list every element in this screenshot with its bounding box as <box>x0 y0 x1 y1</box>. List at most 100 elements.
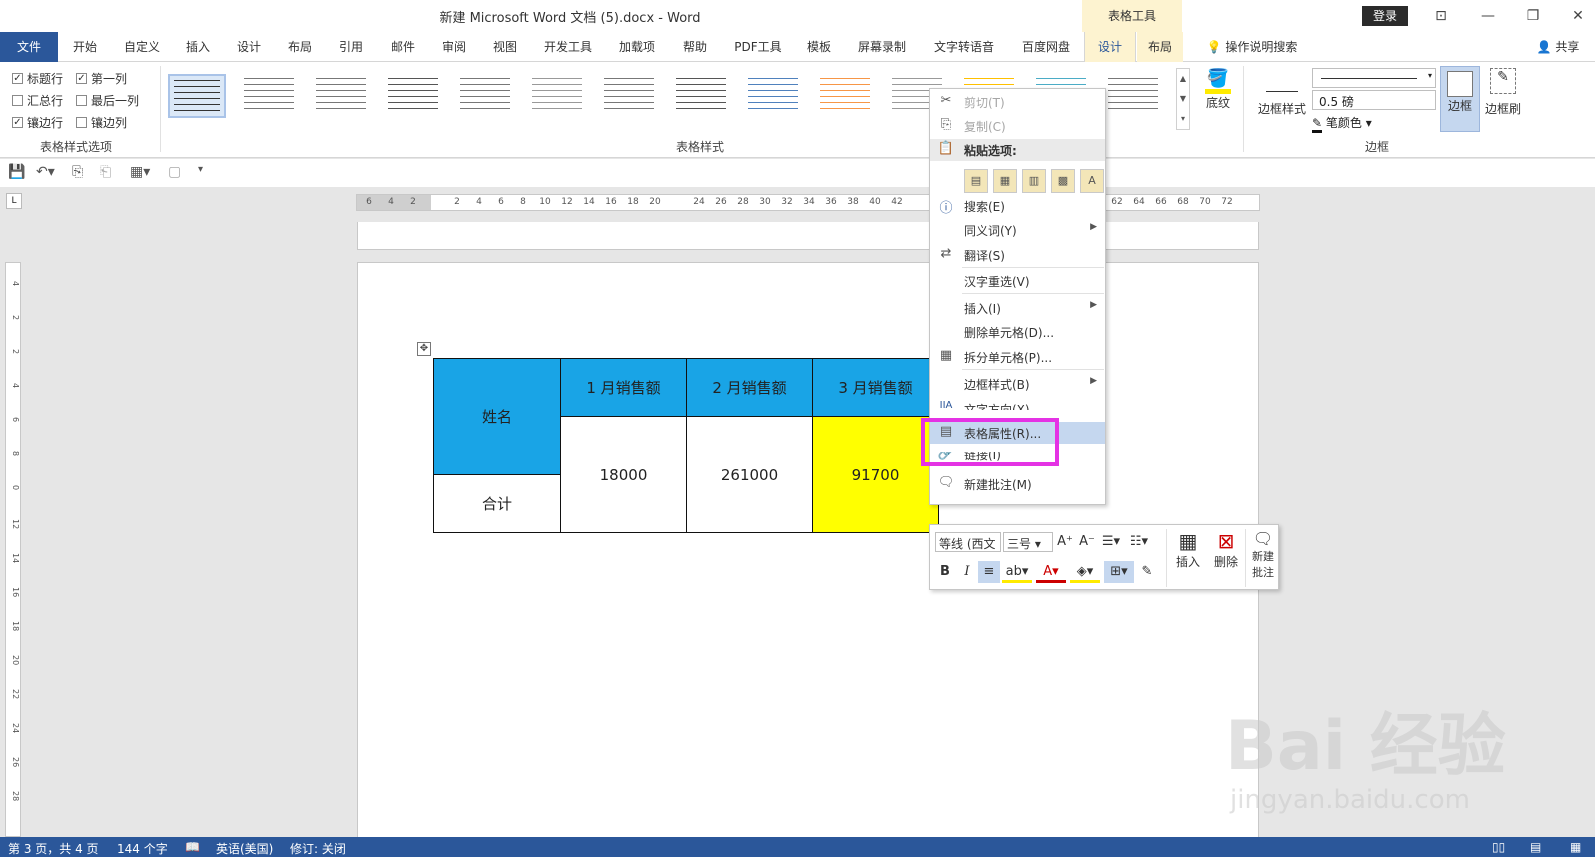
cell-value-3[interactable]: 91700 <box>812 416 939 533</box>
proofing-icon[interactable]: 📖 <box>185 840 200 854</box>
table-style-thumbnail[interactable] <box>1104 74 1162 118</box>
paste-text-only-icon[interactable]: A <box>1080 169 1104 193</box>
paste-merge-table-icon[interactable]: ▥ <box>1022 169 1046 193</box>
table-style-thumbnail[interactable] <box>168 74 226 118</box>
numbering-icon[interactable]: ☷▾ <box>1126 531 1152 553</box>
print-layout-icon[interactable]: ▤ <box>1530 840 1541 854</box>
tab-screen-record[interactable]: 屏幕录制 <box>850 32 914 62</box>
option-header-row[interactable]: ✓ 标题行 <box>12 70 63 87</box>
tab-help[interactable]: 帮助 <box>672 32 718 62</box>
center-align-icon[interactable]: ≡ <box>978 561 1000 583</box>
shading-icon[interactable]: ◈▾ <box>1070 561 1100 583</box>
cell-month-1-header[interactable]: 1 月销售额 <box>560 358 687 417</box>
status-page[interactable]: 第 3 页，共 4 页 <box>8 840 99 857</box>
option-first-column[interactable]: ✓ 第一列 <box>76 70 127 87</box>
table-style-thumbnail[interactable] <box>456 74 514 118</box>
tab-layout[interactable]: 布局 <box>277 32 323 62</box>
undo-icon[interactable]: ↶▾ <box>36 164 55 180</box>
login-button[interactable]: 登录 <box>1362 6 1408 26</box>
customize-qat-icon[interactable]: ▾ <box>198 164 203 175</box>
tab-view[interactable]: 视图 <box>482 32 528 62</box>
border-painter-button[interactable]: ✎ 边框刷 <box>1480 68 1526 117</box>
bold-icon[interactable]: B <box>934 561 956 583</box>
grow-font-icon[interactable]: A⁺ <box>1054 531 1076 553</box>
table-style-thumbnail[interactable] <box>528 74 586 118</box>
sales-table[interactable]: 姓名 1 月销售额 2 月销售额 3 月销售额 18000 261000 917… <box>433 358 939 533</box>
vertical-ruler[interactable]: 4 2 2 4 6 8 0 12 14 16 18 20 22 24 26 28 <box>5 262 21 837</box>
tab-mailings[interactable]: 邮件 <box>380 32 426 62</box>
menu-item-search[interactable]: ⓘ 搜索(E) <box>930 195 1105 217</box>
paste-overwrite-icon[interactable]: ▩ <box>1051 169 1075 193</box>
format-painter-icon[interactable]: ✎ <box>1136 561 1158 583</box>
tab-file[interactable]: 文件 <box>0 32 58 62</box>
menu-item-text-direction[interactable]: IIA 文字方向(X)... <box>930 398 1105 410</box>
font-select[interactable]: 等线 (西文 <box>935 532 1001 552</box>
menu-item-delete-cells[interactable]: 删除单元格(D)... <box>930 321 1105 343</box>
tab-table-design[interactable]: 设计 <box>1084 32 1136 62</box>
minimize-button[interactable]: — <box>1473 4 1503 28</box>
option-banded-rows[interactable]: ✓ 镶边行 <box>12 114 63 131</box>
tab-addins[interactable]: 加载项 <box>608 32 666 62</box>
tab-selector[interactable]: L <box>6 193 22 209</box>
save-icon[interactable]: 💾 <box>8 164 25 180</box>
highlight-color-icon[interactable]: ab▾ <box>1002 561 1032 583</box>
horizontal-ruler[interactable]: 6 4 2 2 4 6 8 10 12 14 16 18 20 24 26 28 30 32 34 36 38 40 42 6… <box>356 194 1260 211</box>
option-last-column[interactable]: 最后一列 <box>76 92 139 109</box>
tell-me-search[interactable]: 💡 操作说明搜索 <box>1197 32 1307 62</box>
pen-color-button[interactable]: ✎ 笔颜色 ▾ <box>1312 114 1372 133</box>
table-style-thumbnail[interactable] <box>744 74 802 118</box>
close-button[interactable]: ✕ <box>1563 4 1593 28</box>
option-banded-columns[interactable]: 镶边列 <box>76 114 127 131</box>
cell-value-1[interactable]: 18000 <box>560 416 687 533</box>
menu-item-synonyms[interactable]: 同义词(Y) ▶ <box>930 219 1105 241</box>
cell-value-2[interactable]: 261000 <box>686 416 813 533</box>
menu-item-cut[interactable]: ✂ 剪切(T) <box>930 91 1105 113</box>
menu-item-insert[interactable]: 插入(I) ▶ <box>930 297 1105 319</box>
menu-item-split-cells[interactable]: ▦ 拆分单元格(P)... <box>930 346 1105 368</box>
table-style-thumbnail[interactable] <box>600 74 658 118</box>
ribbon-display-icon[interactable]: ⊡ <box>1426 4 1456 28</box>
new-doc-icon[interactable]: ▢ <box>168 164 181 180</box>
status-track-changes[interactable]: 修订: 关闭 <box>290 840 346 857</box>
menu-item-border-styles[interactable]: 边框样式(B) ▶ <box>930 373 1105 395</box>
cell-month-2-header[interactable]: 2 月销售额 <box>686 358 813 417</box>
shading-button[interactable]: 🪣 底纹 <box>1198 68 1238 111</box>
tab-developer[interactable]: 开发工具 <box>536 32 600 62</box>
font-color-icon[interactable]: A▾ <box>1036 561 1066 583</box>
read-mode-icon[interactable]: ▯▯ <box>1492 840 1505 854</box>
border-styles-button[interactable]: 边框样式 <box>1254 70 1310 117</box>
web-layout-icon[interactable]: ▦ <box>1570 840 1581 854</box>
option-total-row[interactable]: 汇总行 <box>12 92 63 109</box>
tab-references[interactable]: 引用 <box>328 32 374 62</box>
table-style-thumbnail[interactable] <box>672 74 730 118</box>
insert-button[interactable]: ▦ 插入 <box>1170 529 1206 570</box>
menu-item-translate[interactable]: ⇄ 翻译(S) <box>930 244 1105 266</box>
paste-nested-table-icon[interactable]: ▦ <box>993 169 1017 193</box>
table-style-thumbnail[interactable] <box>816 74 874 118</box>
cell-total-label[interactable]: 合计 <box>433 474 561 533</box>
table-style-thumbnail[interactable] <box>384 74 442 118</box>
status-word-count[interactable]: 144 个字 <box>117 840 168 857</box>
tab-insert[interactable]: 插入 <box>175 32 221 62</box>
share-button[interactable]: 👤 共享 <box>1528 32 1588 62</box>
table-move-handle-icon[interactable]: ✥ <box>417 342 431 356</box>
restore-button[interactable]: ❐ <box>1518 4 1548 28</box>
tab-baidu-netdisk[interactable]: 百度网盘 <box>1014 32 1078 62</box>
tab-table-layout[interactable]: 布局 <box>1137 32 1183 62</box>
tab-templates[interactable]: 模板 <box>796 32 842 62</box>
borders-icon[interactable]: ⊞▾ <box>1104 561 1134 583</box>
line-style-select[interactable]: ▾ <box>1312 68 1436 88</box>
cell-month-3-header[interactable]: 3 月销售额 <box>812 358 939 417</box>
delete-button[interactable]: ⊠ 删除 <box>1208 529 1244 570</box>
tab-custom[interactable]: 自定义 <box>113 32 171 62</box>
borders-button[interactable]: 边框 <box>1440 66 1480 132</box>
tab-design[interactable]: 设计 <box>226 32 272 62</box>
tab-pdf-tools[interactable]: PDF工具 <box>726 32 790 62</box>
menu-item-new-comment[interactable]: 🗨 新建批注(M) <box>930 473 1105 495</box>
tab-review[interactable]: 审阅 <box>431 32 477 62</box>
paste-keep-source-icon[interactable]: ▤ <box>964 169 988 193</box>
italic-icon[interactable]: I <box>956 561 978 583</box>
layout-icon[interactable]: ▦▾ <box>130 164 150 180</box>
menu-item-hanzi-reselect[interactable]: 汉字重选(V) <box>930 270 1105 292</box>
table-style-thumbnail[interactable] <box>312 74 370 118</box>
